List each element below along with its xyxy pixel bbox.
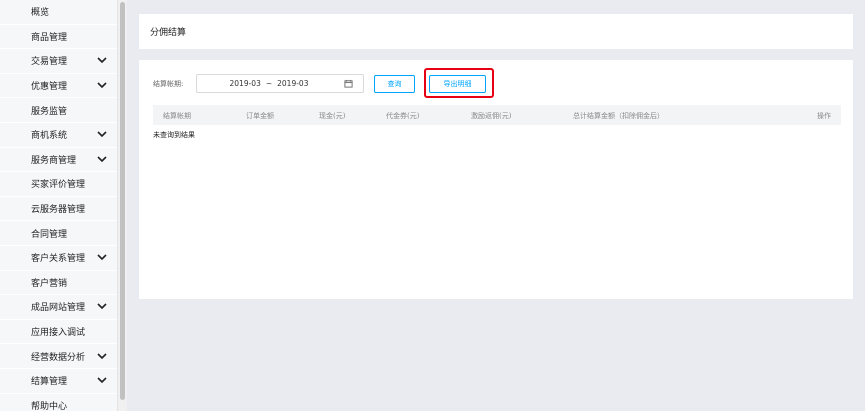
sidebar-item[interactable]: 合同管理 xyxy=(0,221,117,246)
date-range-end: 2019-03 xyxy=(277,79,309,88)
sidebar-item[interactable]: 服务监管 xyxy=(0,98,117,123)
sidebar-item-label: 云服务器管理 xyxy=(31,205,86,216)
page-header: 分佣结算 xyxy=(139,14,853,49)
column-header: 订单金额 xyxy=(246,112,274,120)
sidebar-item-label: 客户关系管理 xyxy=(31,254,86,265)
column-header: 代金券(元) xyxy=(386,112,420,120)
empty-result-text: 未查询到结果 xyxy=(153,131,195,139)
column-header: 总计结算金额（扣除佣金后） xyxy=(573,112,664,120)
period-label: 结算帐期: xyxy=(153,80,184,88)
chevron-down-icon[interactable] xyxy=(97,253,107,263)
sidebar-item[interactable]: 结算管理 xyxy=(0,369,117,394)
sidebar-item-label: 买家评价管理 xyxy=(31,180,86,191)
sidebar-item[interactable]: 帮助中心 xyxy=(0,394,117,411)
calendar-icon[interactable] xyxy=(341,79,355,88)
sidebar-item[interactable]: 商机系统 xyxy=(0,123,117,148)
query-button[interactable]: 查询 xyxy=(374,75,415,93)
sidebar-nav: 概览商品管理交易管理优惠管理服务监管商机系统服务商管理买家评价管理 云服务器管理合… xyxy=(0,0,117,411)
chevron-down-icon[interactable] xyxy=(97,376,107,386)
column-header: 操作 xyxy=(817,112,831,120)
sidebar-item[interactable]: 服务商管理 xyxy=(0,148,117,173)
chevron-down-icon[interactable] xyxy=(97,154,107,164)
date-range-separator: ~ xyxy=(265,79,273,88)
sidebar-item[interactable]: 概览 xyxy=(0,0,117,25)
sidebar-item-label: 交易管理 xyxy=(31,57,68,68)
sidebar-item[interactable]: 客户关系管理 xyxy=(0,246,117,271)
chevron-down-icon[interactable] xyxy=(97,56,107,66)
date-range-text: 2019-03 ~ 2019-03 xyxy=(197,79,341,88)
column-header: 结算帐期 xyxy=(163,112,191,120)
sidebar: 概览商品管理交易管理优惠管理服务监管商机系统服务商管理买家评价管理 云服务器管理合… xyxy=(0,0,117,411)
sidebar-item[interactable]: 云服务器管理 xyxy=(0,197,117,222)
sidebar-item-label: 概览 xyxy=(31,8,50,19)
sidebar-item-label: 客户营销 xyxy=(31,278,68,289)
sidebar-item[interactable]: 应用接入调试 xyxy=(0,320,117,345)
sidebar-item[interactable]: 商品管理 xyxy=(0,25,117,50)
sidebar-item[interactable]: 买家评价管理 xyxy=(0,172,117,197)
chevron-down-icon[interactable] xyxy=(97,351,107,361)
chevron-down-icon[interactable] xyxy=(97,302,107,312)
export-details-button[interactable]: 导出明细 xyxy=(429,75,486,93)
sidebar-item-label: 服务商管理 xyxy=(31,155,77,166)
settlement-panel: 结算帐期: 2019-03 ~ 2019-03 查询 导出明细 结算帐期 订单金… xyxy=(139,60,853,299)
sidebar-item-label: 结算管理 xyxy=(31,377,68,388)
sidebar-item[interactable]: 客户营销 xyxy=(0,271,117,296)
chevron-down-icon[interactable] xyxy=(97,130,107,140)
sidebar-item[interactable]: 优惠管理 xyxy=(0,74,117,99)
sidebar-item-label: 商机系统 xyxy=(31,131,68,142)
sidebar-item-label: 帮助中心 xyxy=(31,401,68,411)
column-header: 现金(元) xyxy=(319,112,346,120)
sidebar-item-label: 商品管理 xyxy=(31,32,68,43)
scrollbar-thumb[interactable] xyxy=(120,2,125,400)
sidebar-item-label: 服务监管 xyxy=(31,106,68,117)
sidebar-item[interactable]: 交易管理 xyxy=(0,49,117,74)
date-range-picker[interactable]: 2019-03 ~ 2019-03 xyxy=(196,74,364,93)
sidebar-item-label: 应用接入调试 xyxy=(31,328,86,339)
chevron-down-icon[interactable] xyxy=(97,81,107,91)
sidebar-item-label: 合同管理 xyxy=(31,229,68,240)
sidebar-item-label: 成品网站管理 xyxy=(31,303,86,314)
table-header: 结算帐期 订单金额 现金(元) 代金券(元) 激励返佣(元) 总计结算金额（扣除… xyxy=(153,105,841,125)
sidebar-item-label: 经营数据分析 xyxy=(31,352,86,363)
date-range-start: 2019-03 xyxy=(229,79,261,88)
sidebar-item-label: 优惠管理 xyxy=(31,82,68,93)
column-header: 激励返佣(元) xyxy=(471,112,512,120)
sidebar-item[interactable]: 经营数据分析 xyxy=(0,344,117,369)
sidebar-item[interactable]: 成品网站管理 xyxy=(0,295,117,320)
sidebar-scrollbar[interactable] xyxy=(117,0,127,411)
page-title: 分佣结算 xyxy=(150,28,187,38)
